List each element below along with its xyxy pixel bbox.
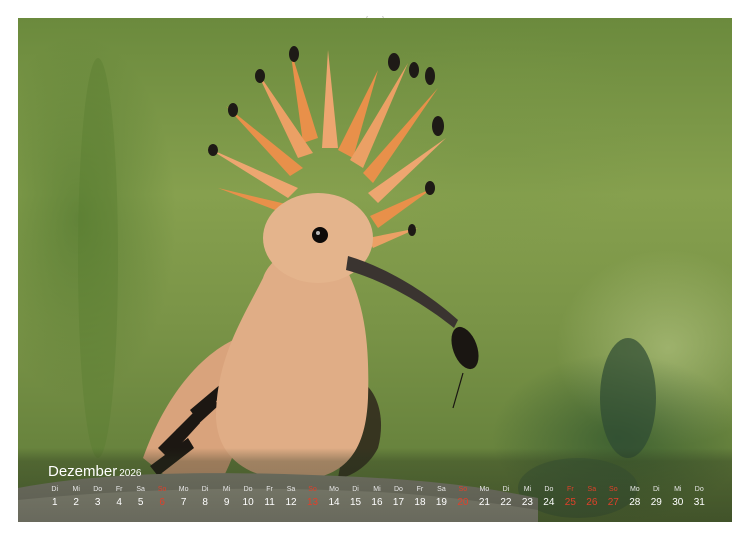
weekday-label: Mo: [479, 486, 490, 493]
calendar-day-cell: So 27: [603, 485, 624, 515]
calendar-day-cell: Fr 18: [409, 485, 430, 515]
day-number: 10: [242, 497, 254, 508]
day-number: 16: [371, 497, 383, 508]
weekday-label: Sa: [587, 486, 597, 493]
calendar-day-cell: Fr 25: [560, 485, 581, 515]
year-label: 2026: [119, 468, 142, 479]
weekday-label: So: [308, 486, 317, 493]
weekday-label: Mo: [329, 486, 339, 493]
calendar-day-cell: Do 31: [689, 485, 710, 515]
day-number: 31: [693, 497, 705, 508]
weekday-label: Di: [502, 486, 510, 493]
day-number: 5: [137, 497, 144, 508]
calendar-day-cell: Sa 19: [431, 485, 452, 515]
hoopoe-bird-icon: [18, 46, 656, 522]
calendar-day-cell: Do 24: [538, 485, 559, 515]
calendar-day-cell: Do 17: [388, 485, 409, 515]
day-number: 12: [285, 497, 297, 508]
weekday-label: Sa: [136, 486, 145, 493]
calendar-day-cell: Mi 2: [65, 485, 86, 515]
day-number: 15: [349, 497, 362, 508]
weekday-label: Sa: [437, 486, 446, 493]
day-number: 19: [435, 497, 447, 508]
calendar-day-cell: Di 8: [194, 485, 215, 515]
day-number: 14: [328, 497, 340, 508]
day-number: 3: [94, 497, 101, 508]
calendar-day-row: Di 1 Mi 2 Do 3 Fr 4 Sa 5 So 6 Mo 7 Di 8 Mi 9 Do 10 Fr 11 Sa 12 S…: [44, 485, 710, 515]
calendar-day-cell: Di 29: [646, 485, 667, 515]
day-number: 17: [392, 497, 405, 508]
calendar-day-cell: Mi 23: [517, 485, 538, 515]
weekday-label: Mi: [72, 486, 80, 493]
weekday-label: Do: [544, 486, 554, 493]
calendar-day-cell: Mo 7: [173, 485, 194, 515]
weekday-label: Do: [243, 486, 253, 493]
calendar-day-cell: Fr 11: [259, 485, 280, 515]
day-number: 29: [650, 497, 662, 508]
day-number: 27: [607, 497, 619, 508]
weekday-label: Di: [51, 486, 59, 493]
calendar-day-cell: So 13: [302, 485, 323, 515]
weekday-label: Fr: [416, 486, 424, 493]
weekday-label: Mi: [222, 486, 231, 493]
weekday-label: Di: [201, 486, 209, 493]
day-number: 2: [73, 497, 79, 508]
day-number: 11: [264, 497, 275, 508]
weekday-label: Fr: [115, 486, 123, 493]
calendar-day-cell: Fr 4: [108, 485, 129, 515]
day-number: 21: [478, 497, 490, 508]
day-number: 9: [223, 497, 230, 508]
day-number: 4: [116, 497, 122, 508]
calendar-day-cell: Mo 14: [323, 485, 344, 515]
hoopoe-photo: [18, 18, 732, 522]
calendar-day-cell: Do 3: [87, 485, 108, 515]
weekday-label: Sa: [286, 486, 296, 493]
weekday-label: Mi: [523, 486, 532, 493]
calendar-day-cell: Di 1: [44, 485, 65, 515]
weekday-label: So: [609, 486, 618, 493]
day-number: 1: [51, 497, 58, 508]
calendar-day-cell: So 6: [151, 485, 172, 515]
weekday-label: Fr: [567, 486, 574, 493]
day-number: 25: [564, 497, 576, 508]
calendar-day-cell: Mi 30: [667, 485, 688, 515]
weekday-label: So: [157, 486, 167, 493]
day-number: 30: [672, 497, 684, 508]
weekday-label: Di: [652, 486, 660, 493]
day-number: 26: [586, 497, 598, 508]
calendar-day-cell: Mi 16: [366, 485, 387, 515]
day-number: 23: [521, 497, 533, 508]
day-number: 6: [159, 497, 165, 508]
weekday-label: Mi: [674, 486, 682, 493]
day-number: 18: [414, 497, 426, 508]
calendar-day-cell: Mo 28: [624, 485, 645, 515]
day-number: 20: [457, 497, 469, 508]
month-name: Dezember: [48, 463, 118, 480]
day-number: 8: [202, 497, 208, 508]
day-number: 24: [543, 497, 555, 508]
calendar-day-cell: Mo 21: [474, 485, 495, 515]
calendar-day-cell: So 20: [452, 485, 473, 515]
weekday-label: Do: [694, 486, 704, 493]
weekday-label: Mi: [373, 486, 381, 493]
weekday-label: Do: [93, 486, 103, 493]
calendar-day-cell: Di 22: [495, 485, 516, 515]
calendar-day-cell: Mi 9: [216, 485, 237, 515]
weekday-label: Do: [394, 486, 403, 493]
weekday-label: Fr: [266, 486, 273, 493]
weekday-label: So: [458, 486, 468, 493]
weekday-label: Mo: [629, 486, 640, 493]
day-number: 13: [306, 497, 319, 508]
calendar-day-cell: Sa 5: [130, 485, 151, 515]
calendar-day-cell: Sa 26: [581, 485, 602, 515]
day-number: 22: [500, 497, 512, 508]
calendar-month-title: Dezember 2026: [48, 463, 141, 480]
day-number: 7: [180, 497, 187, 508]
calendar-day-cell: Di 15: [345, 485, 366, 515]
weekday-label: Di: [352, 486, 359, 493]
day-number: 28: [629, 497, 641, 508]
calendar-day-cell: Do 10: [237, 485, 258, 515]
calendar-day-cell: Sa 12: [280, 485, 301, 515]
weekday-label: Mo: [178, 486, 189, 493]
